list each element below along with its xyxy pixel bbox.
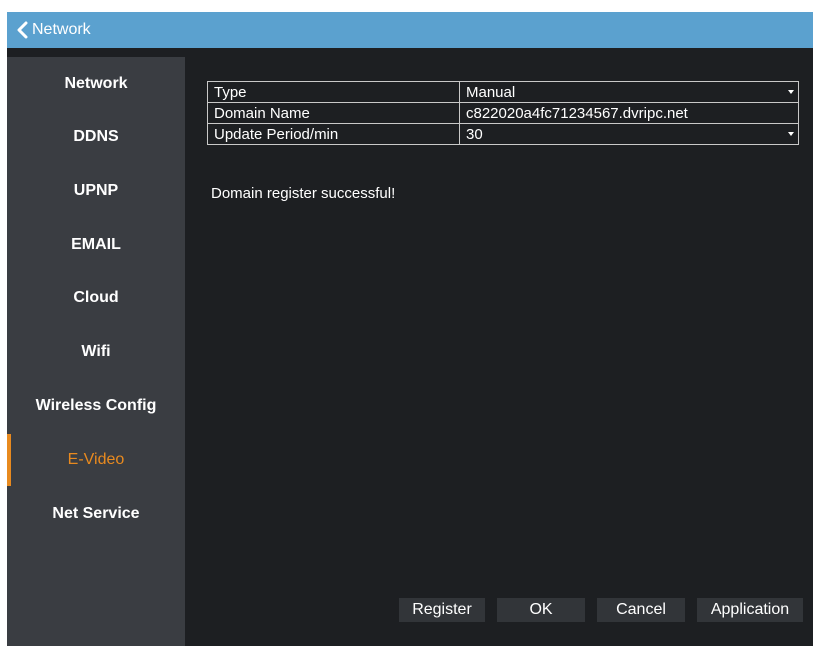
type-value: Manual — [466, 83, 516, 101]
sidebar-item-wifi[interactable]: Wifi — [7, 337, 185, 367]
ok-button[interactable]: OK — [497, 598, 585, 622]
sidebar-item-upnp[interactable]: UPNP — [7, 176, 185, 206]
type-dropdown[interactable]: Manual — [459, 81, 799, 103]
domain-name-label: Domain Name — [207, 102, 460, 124]
update-period-dropdown[interactable]: 30 — [459, 123, 799, 145]
sidebar-item-e-video[interactable]: E-Video — [7, 434, 185, 486]
sidebar-item-email[interactable]: EMAIL — [7, 230, 185, 260]
register-button[interactable]: Register — [399, 598, 485, 622]
sidebar-item-wireless-config[interactable]: Wireless Config — [7, 391, 185, 421]
sidebar-item-cloud[interactable]: Cloud — [7, 283, 185, 313]
settings-table: Type Manual Domain Name c822020a4fc71234… — [207, 81, 799, 145]
domain-name-field[interactable]: c822020a4fc71234567.dvripc.net — [459, 102, 799, 124]
application-button[interactable]: Application — [697, 598, 803, 622]
domain-name-value: c822020a4fc71234567.dvripc.net — [466, 104, 688, 122]
content-panel: Type Manual Domain Name c822020a4fc71234… — [185, 57, 813, 646]
table-row: Type Manual — [207, 81, 799, 103]
sidebar-item-ddns[interactable]: DDNS — [7, 122, 185, 152]
cancel-button[interactable]: Cancel — [597, 598, 685, 622]
dropdown-arrow-icon — [788, 90, 794, 94]
chevron-left-icon — [12, 19, 32, 41]
sidebar-item-net-service[interactable]: Net Service — [7, 499, 185, 529]
update-period-value: 30 — [466, 125, 483, 143]
table-row: Domain Name c822020a4fc71234567.dvripc.n… — [207, 102, 799, 124]
dropdown-arrow-icon — [788, 132, 794, 136]
status-message: Domain register successful! — [211, 185, 396, 202]
sidebar-item-network[interactable]: Network — [7, 69, 185, 99]
active-indicator — [7, 434, 11, 486]
title-bar: Network — [7, 12, 813, 48]
app-window: Network Network DDNS UPNP EMAIL Cloud Wi… — [7, 12, 813, 646]
type-label: Type — [207, 81, 460, 103]
sidebar: Network DDNS UPNP EMAIL Cloud Wifi Wirel… — [7, 57, 185, 646]
back-label: Network — [32, 21, 91, 38]
update-period-label: Update Period/min — [207, 123, 460, 145]
back-button[interactable]: Network — [12, 19, 91, 41]
table-row: Update Period/min 30 — [207, 123, 799, 145]
sidebar-item-label: E-Video — [67, 451, 125, 468]
